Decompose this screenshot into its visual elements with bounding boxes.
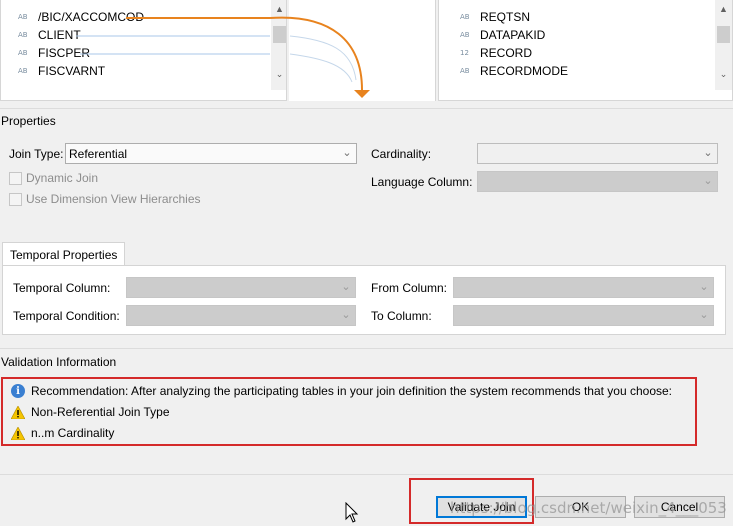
divider — [0, 108, 733, 109]
arrowhead-icon — [354, 90, 370, 98]
join-type-label: Join Type: — [9, 147, 64, 161]
properties-title: Properties — [1, 114, 56, 128]
highlight-box — [1, 377, 697, 446]
chevron-down-icon: ⌄ — [703, 175, 713, 187]
to-column-select[interactable]: ⌄ — [453, 305, 714, 326]
temporal-column-select[interactable]: ⌄ — [126, 277, 356, 298]
to-column-label: To Column: — [371, 309, 432, 323]
language-column-select[interactable]: ⌄ — [477, 171, 718, 192]
from-column-label: From Column: — [371, 281, 448, 295]
tab-temporal-properties[interactable]: Temporal Properties — [2, 242, 126, 266]
chevron-down-icon: ⌄ — [703, 147, 713, 159]
join-lines — [76, 16, 370, 98]
language-column-label: Language Column: — [371, 175, 473, 189]
dynamic-join-checkbox[interactable]: Dynamic Join — [9, 171, 98, 185]
divider — [0, 474, 733, 475]
mouse-cursor-icon — [345, 502, 359, 523]
checkbox-box[interactable] — [9, 171, 22, 185]
chevron-down-icon: ⌄ — [342, 147, 352, 159]
mapping-curve — [289, 53, 353, 83]
temporal-column-label: Temporal Column: — [13, 281, 111, 295]
validation-title: Validation Information — [1, 355, 117, 369]
temporal-condition-select[interactable]: ⌄ — [126, 305, 356, 326]
use-dimension-hierarchies-checkbox[interactable]: Use Dimension View Hierarchies — [9, 192, 201, 206]
chevron-down-icon: ⌄ — [341, 309, 351, 321]
chevron-down-icon: ⌄ — [699, 281, 709, 293]
chevron-down-icon: ⌄ — [699, 309, 709, 321]
checkbox-box[interactable] — [9, 192, 22, 206]
chevron-down-icon: ⌄ — [341, 281, 351, 293]
temporal-condition-label: Temporal Condition: — [13, 309, 120, 323]
cardinality-select[interactable]: ⌄ — [477, 143, 718, 164]
join-curve — [269, 16, 363, 91]
cardinality-label: Cardinality: — [371, 147, 432, 161]
from-column-select[interactable]: ⌄ — [453, 277, 714, 298]
join-type-select[interactable]: Referential ⌄ — [65, 143, 357, 164]
watermark-text: https://blog.csdn.net/weixin_4___053 — [450, 499, 727, 517]
divider — [0, 348, 733, 349]
